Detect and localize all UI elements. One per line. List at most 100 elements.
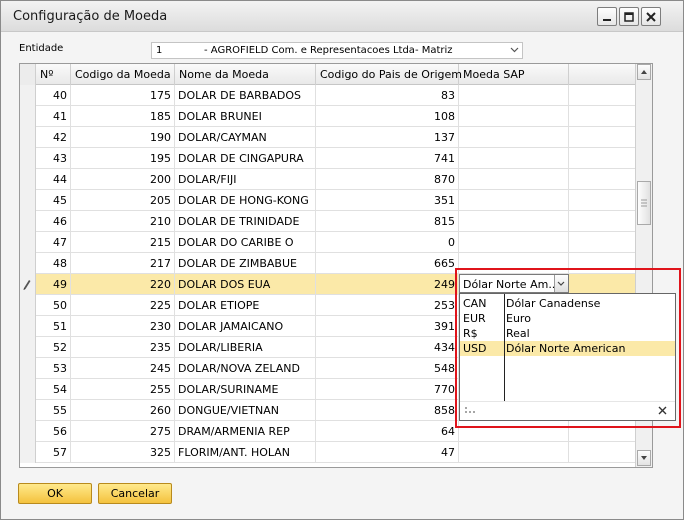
cell-no[interactable]: 47 [36,232,71,253]
cell-name[interactable]: DOLAR DOS EUA [175,274,316,295]
cell-pais[interactable]: 64 [316,421,459,442]
cell-no[interactable]: 44 [36,169,71,190]
col-header-sap[interactable]: Moeda SAP [459,64,569,85]
col-header-name[interactable]: Nome da Moeda [175,64,316,85]
cell-no[interactable]: 45 [36,190,71,211]
scroll-thumb[interactable] [637,181,651,225]
cell-no[interactable]: 54 [36,379,71,400]
cell-sap[interactable] [459,190,569,211]
col-header-code[interactable]: Codigo da Moeda [71,64,175,85]
row-header[interactable] [20,400,36,421]
cell-pais[interactable]: 858 [316,400,459,421]
cell-name[interactable]: DOLAR ETIOPE [175,295,316,316]
cell-no[interactable]: 57 [36,442,71,463]
cell-name[interactable]: DOLAR DE ZIMBABUE [175,253,316,274]
cell-pais[interactable]: 0 [316,232,459,253]
cell-name[interactable]: DOLAR DE BARBADOS [175,85,316,106]
table-row[interactable]: 47 215 DOLAR DO CARIBE O0 [20,232,636,253]
cell-code[interactable]: 200 [71,169,175,190]
minimize-button[interactable] [597,7,617,26]
row-header[interactable] [20,295,36,316]
table-row[interactable]: 45 205 DOLAR DE HONG-KONG 351 [20,190,636,211]
cell-pais[interactable]: 665 [316,253,459,274]
cell-empty[interactable] [569,106,636,127]
cell-code[interactable]: 205 [71,190,175,211]
cell-code[interactable]: 220 [71,274,175,295]
cell-pais[interactable]: 83 [316,85,459,106]
cell-pais[interactable]: 815 [316,211,459,232]
cell-name[interactable]: DOLAR JAMAICANO [175,316,316,337]
cell-no[interactable]: 48 [36,253,71,274]
row-header[interactable] [20,190,36,211]
cell-sap[interactable] [459,211,569,232]
cell-pais[interactable]: 391 [316,316,459,337]
table-row[interactable]: 46 210 DOLAR DE TRINIDADE 815 [20,211,636,232]
col-header-pais[interactable]: Codigo do Pais de Origem [316,64,462,85]
cell-sap[interactable] [459,169,569,190]
cell-pais[interactable]: 770 [316,379,459,400]
table-row[interactable]: 43 195 DOLAR DE CINGAPURA 741 [20,148,636,169]
table-row[interactable]: 40 175 DOLAR DE BARBADOS 83 [20,85,636,106]
cell-no[interactable]: 49 [36,274,71,295]
close-button[interactable] [641,7,661,26]
row-header[interactable] [20,442,36,463]
cell-name[interactable]: DOLAR DE CINGAPURA [175,148,316,169]
row-header[interactable] [20,106,36,127]
cell-code[interactable]: 185 [71,106,175,127]
cell-pais[interactable]: 548 [316,358,459,379]
cell-sap[interactable] [459,127,569,148]
cell-name[interactable]: DOLAR/CAYMAN [175,127,316,148]
cell-empty[interactable] [569,85,636,106]
col-header-no[interactable]: Nº [36,64,71,85]
cell-pais[interactable]: 351 [316,190,459,211]
row-header[interactable] [20,211,36,232]
cell-code[interactable]: 235 [71,337,175,358]
cell-code[interactable]: 255 [71,379,175,400]
cell-no[interactable]: 53 [36,358,71,379]
row-header[interactable] [20,274,36,295]
cell-code[interactable]: 190 [71,127,175,148]
title-bar[interactable]: Configuração de Moeda [1,1,683,32]
cell-code[interactable]: 245 [71,358,175,379]
table-row[interactable]: 42 190 DOLAR/CAYMAN 137 [20,127,636,148]
cell-no[interactable]: 43 [36,148,71,169]
cell-name[interactable]: DOLAR DE HONG-KONG [175,190,316,211]
cell-name[interactable]: DOLAR BRUNEI [175,106,316,127]
cell-empty[interactable] [569,232,636,253]
row-header[interactable] [20,253,36,274]
row-header[interactable] [20,169,36,190]
cell-empty[interactable] [569,127,636,148]
ok-button[interactable]: OK [18,483,92,504]
cell-no[interactable]: 52 [36,337,71,358]
table-row[interactable]: 44 200 DOLAR/FIJI 870 [20,169,636,190]
cell-code[interactable]: 175 [71,85,175,106]
cell-pais[interactable]: 870 [316,169,459,190]
row-header[interactable] [20,148,36,169]
cell-sap[interactable] [459,85,569,106]
cell-name[interactable]: DOLAR/SURINAME [175,379,316,400]
cell-sap[interactable] [459,442,569,463]
cancel-button[interactable]: Cancelar [98,483,172,504]
cell-code[interactable]: 225 [71,295,175,316]
row-header[interactable] [20,358,36,379]
table-row[interactable]: 57 325 FLORIM/ANT. HOLAN 47 [20,442,636,463]
row-header[interactable] [20,127,36,148]
cell-code[interactable]: 260 [71,400,175,421]
entity-select[interactable]: 1 - AGROFIELD Com. e Representacoes Ltda… [151,42,523,59]
cell-sap[interactable] [459,106,569,127]
cell-name[interactable]: DOLAR DO CARIBE O [175,232,316,253]
maximize-button[interactable] [619,7,639,26]
cell-pais[interactable]: 137 [316,127,459,148]
table-row[interactable]: 41 185 DOLAR BRUNEI 108 [20,106,636,127]
cell-sap[interactable] [459,232,569,253]
scroll-down-button[interactable] [637,450,651,466]
cell-name[interactable]: DONGUE/VIETNAN [175,400,316,421]
cell-name[interactable]: DRAM/ARMENIA REP [175,421,316,442]
cell-no[interactable]: 41 [36,106,71,127]
cell-code[interactable]: 230 [71,316,175,337]
cell-code[interactable]: 217 [71,253,175,274]
cell-no[interactable]: 55 [36,400,71,421]
cell-name[interactable]: FLORIM/ANT. HOLAN [175,442,316,463]
cell-name[interactable]: DOLAR DE TRINIDADE [175,211,316,232]
cell-code[interactable]: 195 [71,148,175,169]
